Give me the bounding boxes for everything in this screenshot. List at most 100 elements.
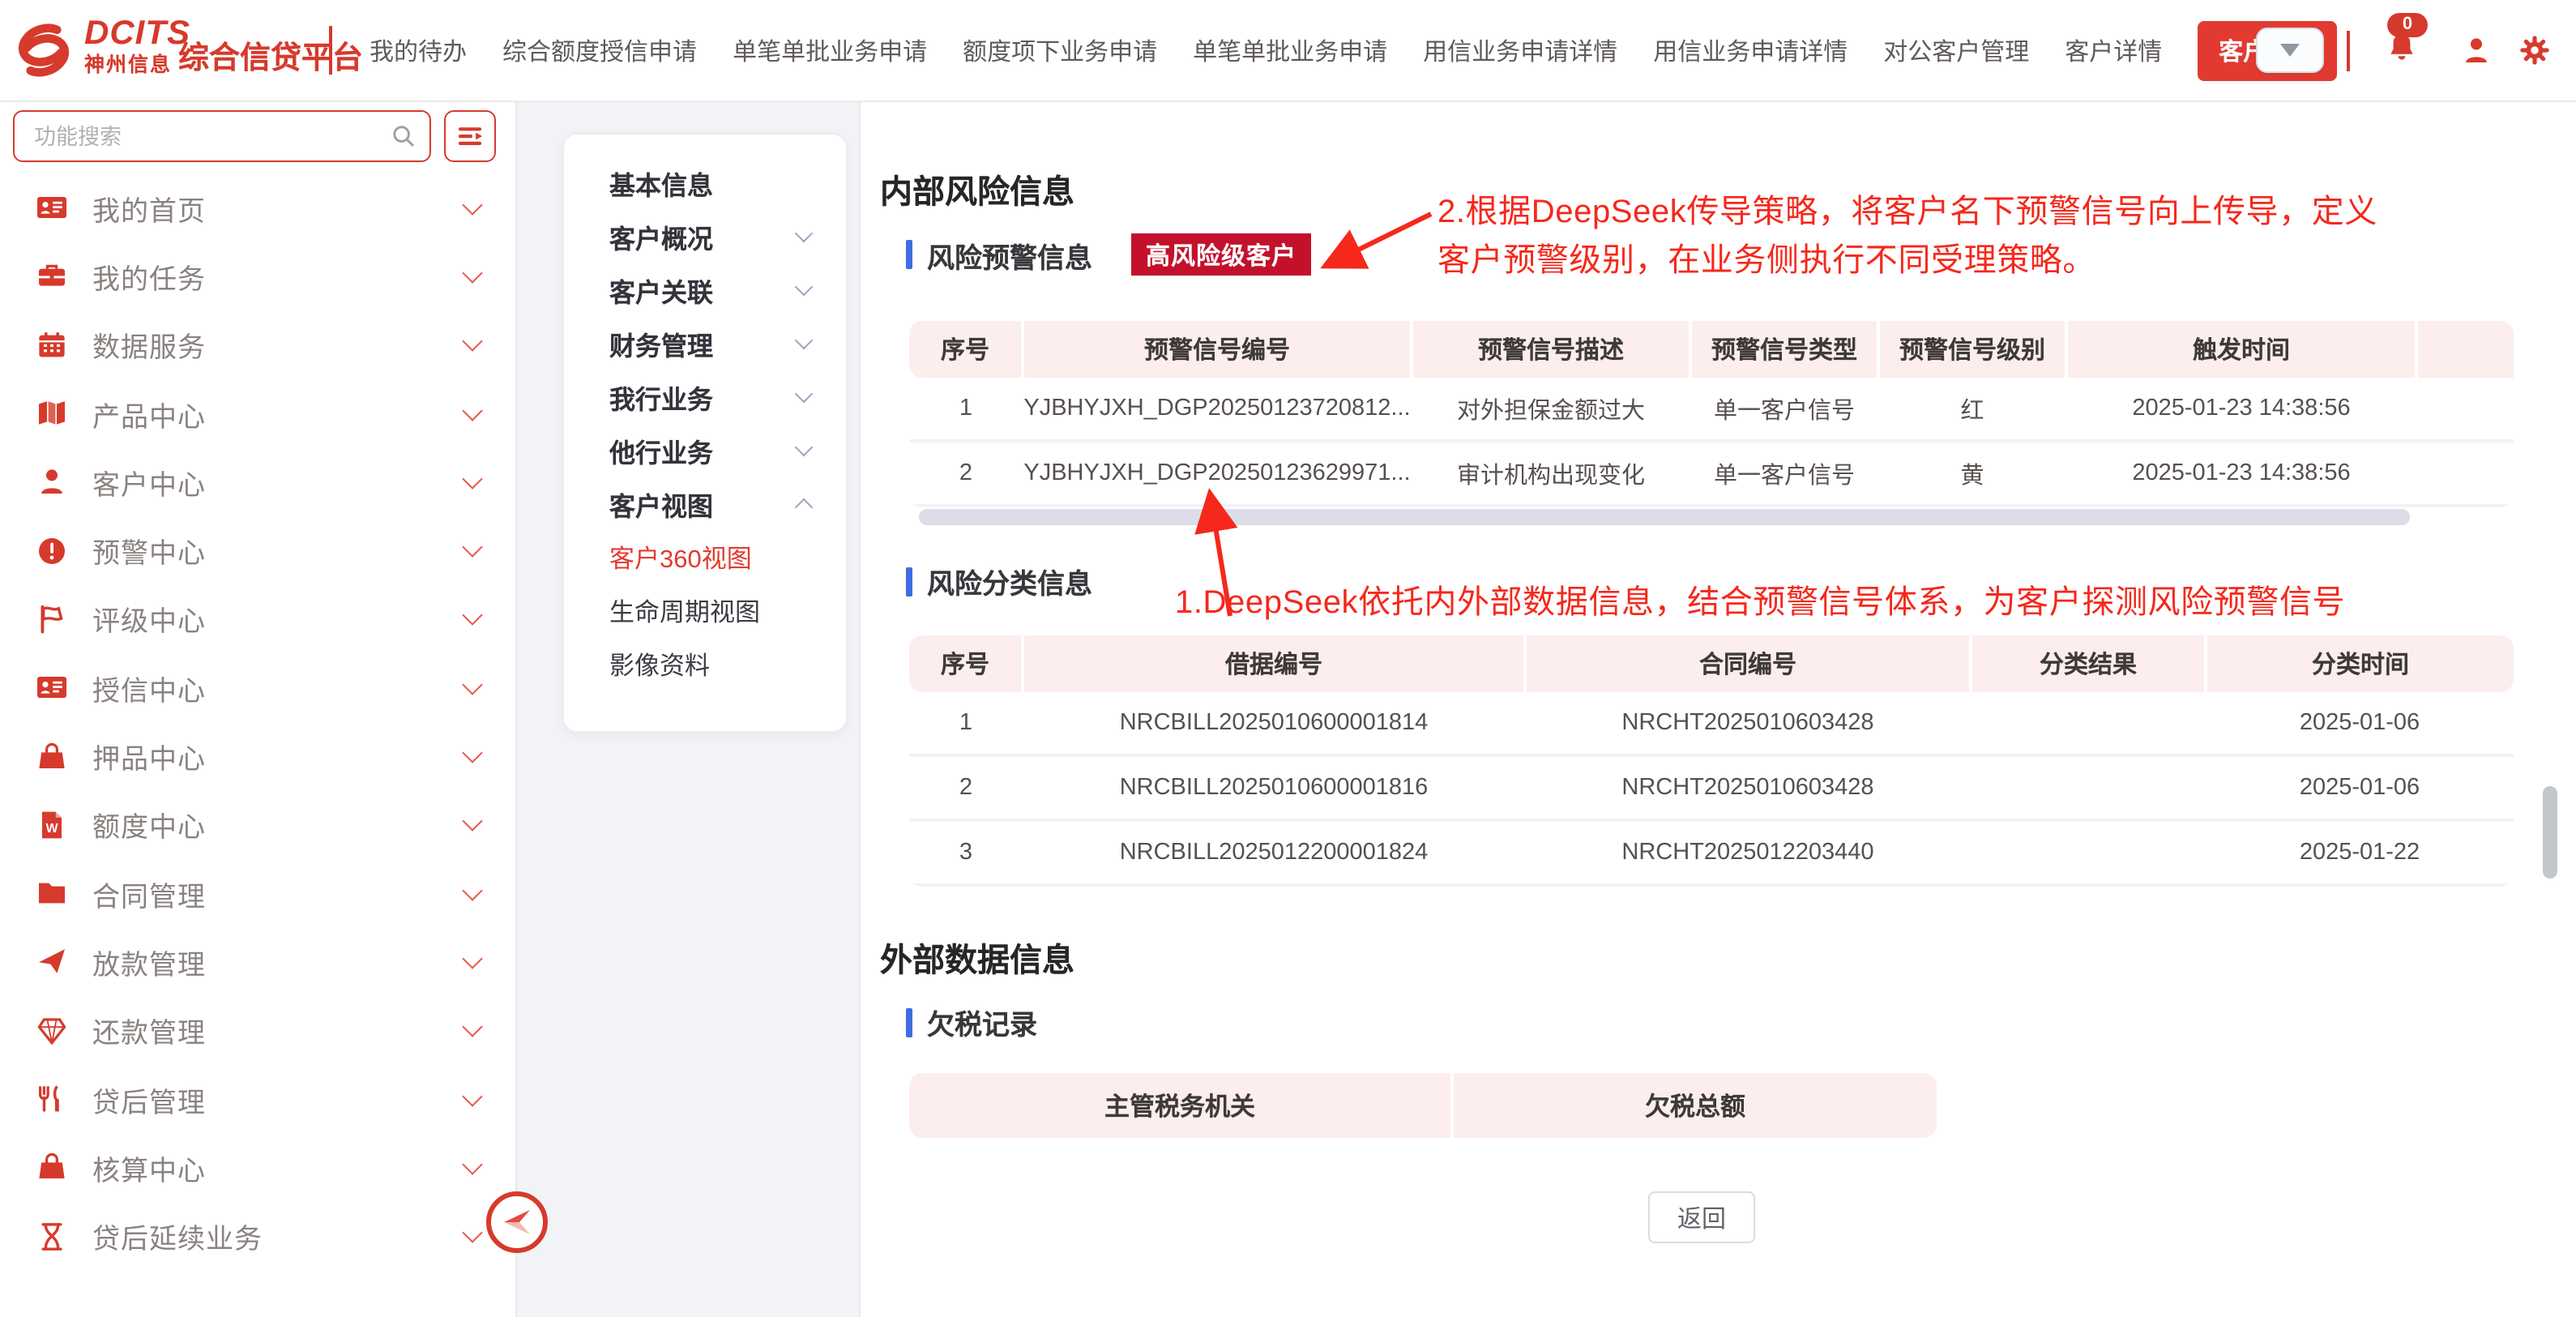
table-cell: NRCHT2025010603428 [1525,755,1971,820]
table-cell [1971,820,2206,885]
sidebar-item-label: 押品中心 [92,736,465,776]
annotation-note2-line2: 客户预警级别，在业务侧执行不同受理策略。 [1438,233,2095,280]
gear-icon[interactable] [2518,34,2551,66]
table-row[interactable]: 1NRCBILL2025010600001814NRCHT20250106034… [909,692,2514,755]
paper-plane-icon [36,946,68,978]
sidebar-item-label: 产品中心 [92,393,465,434]
sidebar-item[interactable]: 贷后延续业务 [0,1202,515,1271]
table-cell: 无 [2416,378,2514,441]
sidebar-item[interactable]: 数据服务 [0,310,515,379]
table-row[interactable]: 2YJBHYJXH_DGP20250123629971...审计机构出现变化单一… [909,441,2514,506]
menu-collapse-button[interactable] [444,110,496,162]
main-content: 内部风险信息 风险预警信息 高风险级客户 2.根据DeepSeek传导策略，将客… [859,100,2576,1317]
search-input[interactable] [31,113,391,159]
tax-table: 主管税务机关欠税总额 [909,1073,1937,1138]
sidebar-item[interactable]: 贷后管理 [0,1065,515,1134]
sidebar-item[interactable]: 预警中心 [0,516,515,585]
sidebar-item[interactable]: 产品中心 [0,379,515,448]
chevron-down-icon [462,948,482,969]
table-cell: 2025-01-06 [2206,755,2514,820]
submenu-item[interactable]: 财务管理 [564,316,846,370]
submenu-item[interactable]: 生命周期视图 [564,584,846,637]
tabs-dropdown-button[interactable] [2256,28,2324,73]
nav-item[interactable]: 用信业务申请详情 [1653,33,1848,67]
top-bar: DCITS 神州信息 综合信贷平台 我的待办综合额度授信申请单笔单批业务申请额度… [0,0,2576,102]
sidebar-item[interactable]: 我的首页 [0,173,515,242]
nav-item[interactable]: 客户详情 [2065,33,2162,67]
sidebar-item-label: 预警中心 [92,530,465,571]
table-cell: 2 [909,755,1023,820]
submenu-item[interactable]: 客户关联 [564,263,846,316]
sidebar-item-label: 评级中心 [92,599,465,639]
chevron-down-icon [795,331,814,350]
chevron-up-icon [795,498,814,516]
table-cell: NRCHT2025012203440 [1525,820,1971,885]
nav-item[interactable]: 对公客户管理 [1883,33,2029,67]
column-header: 触发时间 [2066,321,2416,378]
back-button[interactable]: 返回 [1648,1191,1755,1243]
flag-icon [36,603,68,635]
brand-divider [329,26,332,75]
table-header-row: 序号预警信号编号预警信号描述预警信号类型预警信号级别触发时间信 [909,321,2514,378]
sidebar-item[interactable]: 授信中心 [0,653,515,722]
sidebar-item[interactable]: 放款管理 [0,928,515,997]
notifications-button[interactable]: 0 [2373,30,2431,71]
sidebar-item[interactable]: 合同管理 [0,859,515,928]
submenu-item-label: 他行业务 [609,430,713,469]
table-cell: 3 [909,820,1023,885]
table-cell: 红 [1878,378,2066,441]
sidebar-item-label: 核算中心 [92,1148,465,1188]
sidebar-item[interactable]: 核算中心 [0,1133,515,1202]
chevron-down-icon [795,438,814,457]
sidebar-item-label: 数据服务 [92,324,465,365]
section-bar [906,567,912,596]
chevron-down-icon [795,224,814,243]
brand-block: DCITS 神州信息 [84,16,190,75]
chevron-down-icon [462,1085,482,1105]
nav-item[interactable]: 用信业务申请详情 [1423,33,1617,67]
submenu-item[interactable]: 客户360视图 [564,530,846,584]
sidebar-item[interactable]: 押品中心 [0,722,515,791]
table-row[interactable]: 1YJBHYJXH_DGP20250123720812...对外担保金额过大单一… [909,378,2514,441]
column-header: 分类时间 [2206,635,2514,692]
vertical-scrollbar[interactable] [2543,786,2557,879]
nav-item[interactable]: 单笔单批业务申请 [733,33,927,67]
sidebar-item[interactable]: 评级中心 [0,585,515,654]
table-cell: NRCBILL2025010600001814 [1023,692,1525,755]
sidebar-collapse-button[interactable] [486,1191,548,1253]
chevron-down-icon [462,195,482,215]
sidebar-item[interactable]: 我的任务 [0,242,515,311]
sidebar-item[interactable]: 还款管理 [0,996,515,1065]
submenu-item[interactable]: 客户概况 [564,209,846,263]
user-icon[interactable] [2460,34,2493,66]
table-cell: YJBHYJXH_DGP20250123720812... [1023,378,1412,441]
chevron-down-icon [462,879,482,900]
nav-item[interactable]: 额度项下业务申请 [963,33,1157,67]
chevron-down-icon [462,263,482,283]
brand-subname: 神州信息 [84,55,190,75]
submenu-item[interactable]: 基本信息 [564,156,846,209]
submenu-item-label: 财务管理 [609,323,713,362]
annotation-note1: 1.DeepSeek依托内外部数据信息，结合预警信号体系，为客户探测风险预警信号 [1175,575,2345,622]
table-cell: 对外担保金额过大 [1412,378,1690,441]
submenu-item[interactable]: 我行业务 [564,370,846,423]
table-row[interactable]: 3NRCBILL2025012200001824NRCHT20250122034… [909,820,2514,885]
submenu-item[interactable]: 他行业务 [564,423,846,477]
sidebar-item[interactable]: W额度中心 [0,790,515,859]
nav-item[interactable]: 综合额度授信申请 [502,33,697,67]
table-cell: NRCHT2025010603428 [1525,692,1971,755]
submenu-item[interactable]: 影像资料 [564,637,846,691]
chevron-down-icon [462,605,482,626]
table-row[interactable]: 2NRCBILL2025010600001816NRCHT20250106034… [909,755,2514,820]
utensils-icon [36,1083,68,1115]
submenu-item[interactable]: 客户视图 [564,477,846,530]
sidebar-item[interactable]: 客户中心 [0,447,515,516]
map-icon [36,397,68,430]
section-bar [906,240,912,269]
nav-item[interactable]: 我的待办 [370,33,467,67]
nav-item[interactable]: 单笔单批业务申请 [1193,33,1387,67]
column-header: 序号 [909,635,1023,692]
table-cell: 2 [909,441,1023,506]
submenu-item-label: 客户360视图 [609,539,752,575]
horizontal-scrollbar[interactable] [919,509,2410,525]
